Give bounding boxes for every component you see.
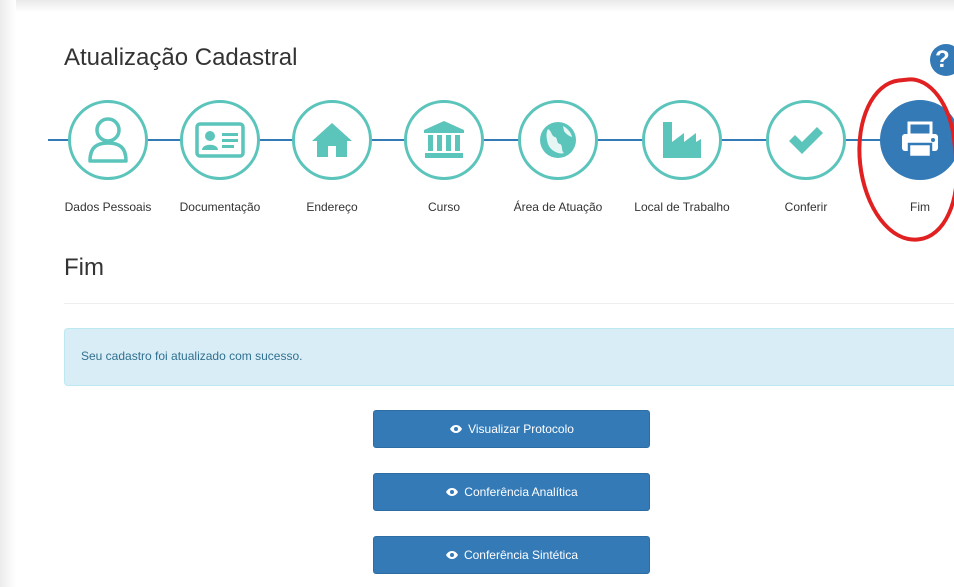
analytic-check-button[interactable]: Conferência Analítica: [373, 473, 650, 511]
globe-icon: [540, 122, 576, 158]
success-alert: Seu cadastro foi atualizado com sucesso.: [64, 328, 954, 386]
page-shadow-left: [0, 0, 16, 587]
section-divider: [64, 303, 954, 304]
eye-icon: [445, 487, 459, 497]
step-label-endereco: Endereço: [306, 200, 358, 214]
user-icon: [88, 117, 128, 163]
success-alert-message: Seu cadastro foi atualizado com sucesso.: [81, 349, 303, 363]
synthetic-check-button[interactable]: Conferência Sintética: [373, 536, 650, 574]
institution-icon: [424, 121, 464, 158]
eye-icon: [445, 550, 459, 560]
step-conferir[interactable]: [766, 100, 846, 180]
step-label-documentacao: Documentação: [179, 200, 261, 214]
id-card-icon: [195, 122, 245, 158]
step-curso[interactable]: [404, 100, 484, 180]
step-label-curso: Curso: [427, 200, 460, 214]
step-area-atuacao[interactable]: [518, 100, 598, 180]
eye-icon: [449, 424, 463, 434]
step-dados-pessoais[interactable]: [68, 100, 148, 180]
step-endereco[interactable]: [292, 100, 372, 180]
section-title: Fim: [64, 254, 104, 281]
page-shadow-top: [0, 0, 954, 12]
help-icon[interactable]: ?: [930, 44, 954, 76]
check-icon: [789, 127, 823, 154]
step-documentacao[interactable]: [180, 100, 260, 180]
synthetic-check-label: Conferência Sintética: [463, 548, 579, 562]
step-label-dados-pessoais: Dados Pessoais: [64, 200, 152, 214]
step-label-conferir: Conferir: [784, 200, 828, 214]
step-label-local-trabalho: Local de Trabalho: [634, 200, 730, 214]
annotation-highlight-circle: [849, 73, 954, 247]
view-protocol-label: Visualizar Protocolo: [468, 422, 574, 436]
analytic-check-label: Conferência Analítica: [464, 485, 578, 499]
step-local-trabalho[interactable]: [642, 100, 722, 180]
page-title: Atualização Cadastral: [64, 44, 298, 71]
industry-icon: [663, 122, 701, 158]
step-label-area-atuacao: Área de Atuação: [513, 200, 603, 214]
view-protocol-button[interactable]: Visualizar Protocolo: [373, 410, 650, 448]
home-icon: [312, 123, 352, 157]
